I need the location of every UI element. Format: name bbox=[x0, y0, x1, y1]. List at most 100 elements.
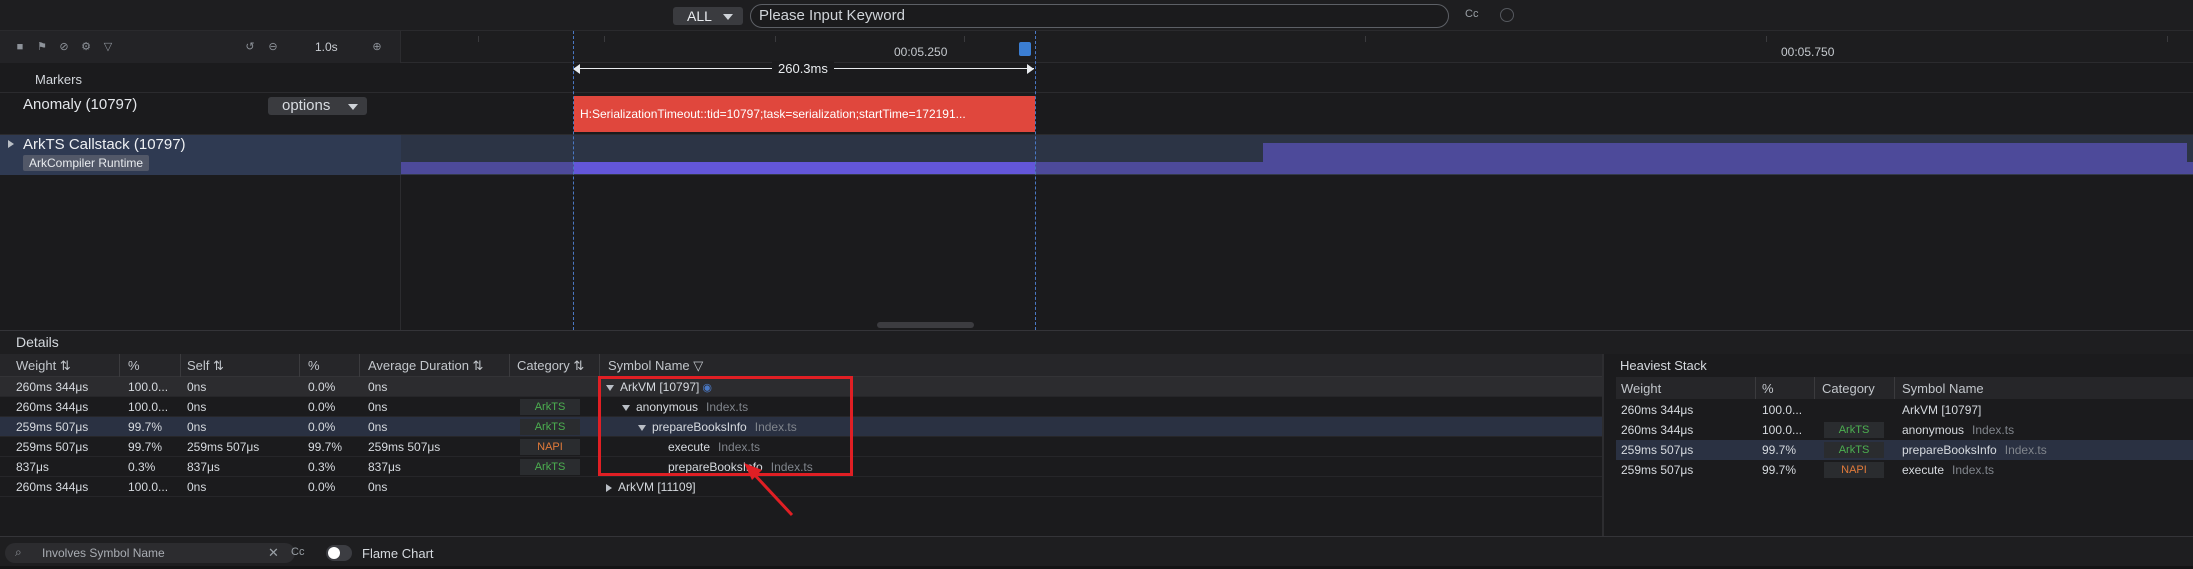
details-title: Details bbox=[16, 334, 59, 350]
time-label-2: 00:05.750 bbox=[1781, 45, 1835, 59]
case-sensitive-toggle[interactable]: Cc bbox=[1465, 8, 1478, 20]
symbol-name: ArkVM [10797] bbox=[1902, 403, 1982, 417]
clear-icon[interactable]: ⊘ bbox=[58, 41, 70, 53]
callstack-bar-selected[interactable] bbox=[574, 162, 1035, 174]
cell-self-pct: 0.0% bbox=[308, 480, 336, 494]
col-avg-duration[interactable]: Average Duration ⇅ bbox=[368, 358, 483, 374]
hs-col-category[interactable]: Category bbox=[1822, 381, 1875, 396]
search-icon: ⌕ bbox=[15, 545, 22, 559]
file-name: Index.ts bbox=[1972, 423, 2015, 437]
details-table-header bbox=[0, 354, 1602, 377]
options-dropdown[interactable]: options bbox=[268, 97, 367, 115]
arrow-left-icon bbox=[573, 64, 580, 74]
heaviest-row[interactable]: 259ms 507μs 99.7% ArkTS prepareBooksInfo Ind… bbox=[1616, 440, 2193, 460]
col-symbol-name[interactable]: Symbol Name ▽ bbox=[608, 358, 703, 374]
horizontal-scrollbar[interactable] bbox=[877, 322, 974, 328]
category-badge: ArkTS bbox=[1824, 442, 1884, 458]
markers-label: Markers bbox=[35, 72, 82, 87]
callstack-bar-upper[interactable] bbox=[1263, 143, 2187, 162]
cell-self-pct: 0.0% bbox=[308, 420, 336, 434]
cell-self: 0ns bbox=[187, 420, 207, 434]
expand-icon[interactable] bbox=[606, 483, 612, 492]
file-name: Index.ts bbox=[1952, 463, 1995, 477]
hs-cell-pct: 100.0... bbox=[1762, 423, 1803, 437]
clear-icon[interactable]: ✕ bbox=[268, 545, 279, 561]
annotation-highlight-box bbox=[598, 376, 853, 476]
hs-col-weight[interactable]: Weight bbox=[1621, 381, 1661, 396]
hs-cell-weight: 259ms 507μs bbox=[1621, 443, 1694, 457]
category-badge: ArkTS bbox=[1824, 422, 1884, 438]
hs-cell-weight: 260ms 344μs bbox=[1621, 403, 1694, 417]
heaviest-row[interactable]: 259ms 507μs 99.7% NAPI execute Index.ts bbox=[1616, 460, 2193, 480]
annotation-arrow-icon bbox=[744, 463, 794, 517]
track-header-area bbox=[0, 175, 401, 330]
flame-chart-label: Flame Chart bbox=[362, 546, 434, 561]
cell-weight: 259ms 507μs bbox=[16, 440, 89, 454]
category-badge: NAPI bbox=[520, 439, 580, 455]
cell-avg: 0ns bbox=[368, 400, 388, 414]
hs-cell-pct: 100.0... bbox=[1762, 403, 1803, 417]
hs-cell-symbol: anonymous Index.ts bbox=[1902, 423, 2014, 437]
filter-icon[interactable]: ▽ bbox=[102, 41, 114, 53]
col-self[interactable]: Self ⇅ bbox=[187, 358, 224, 374]
history-icon[interactable] bbox=[1500, 8, 1514, 22]
cell-self: 0ns bbox=[187, 380, 207, 394]
cell-avg: 0ns bbox=[368, 380, 388, 394]
timeline-toolbar: ■ ⚑ ⊘ ⚙ ▽ ↺ ⊖ 1.0s ⊕ bbox=[0, 31, 401, 63]
cursor-flag-icon[interactable] bbox=[1019, 42, 1031, 56]
heaviest-row[interactable]: 260ms 344μs 100.0... ArkVM [10797] bbox=[1616, 400, 2193, 420]
reset-zoom-icon[interactable]: ↺ bbox=[244, 41, 256, 53]
anomaly-track-label: Anomaly (10797) bbox=[23, 96, 138, 113]
toggle-knob bbox=[328, 547, 340, 559]
selection-end-line bbox=[1035, 31, 1036, 330]
flag-icon[interactable]: ⚑ bbox=[36, 41, 48, 53]
keyword-search-input[interactable]: Please Input Keyword bbox=[750, 4, 1449, 28]
cell-pct: 100.0... bbox=[128, 380, 169, 394]
filter-all-dropdown[interactable]: ALL bbox=[673, 7, 743, 25]
zoom-level: 1.0s bbox=[315, 40, 338, 54]
cell-pct: 99.7% bbox=[128, 420, 163, 434]
cell-weight: 259ms 507μs bbox=[16, 420, 89, 434]
cell-avg: 0ns bbox=[368, 420, 388, 434]
col-self-pct[interactable]: % bbox=[308, 358, 320, 373]
arkts-track-label: ArkTS Callstack (10797) bbox=[23, 136, 186, 153]
chevron-down-icon bbox=[348, 104, 358, 110]
cell-weight: 260ms 344μs bbox=[16, 400, 89, 414]
symbol-name: execute bbox=[1902, 463, 1945, 477]
cell-avg: 259ms 507μs bbox=[368, 440, 441, 454]
markers-track bbox=[0, 63, 2193, 93]
symbol-search-placeholder: Involves Symbol Name bbox=[42, 546, 165, 560]
time-label-1: 00:05.250 bbox=[894, 45, 948, 59]
hs-col-symbol[interactable]: Symbol Name bbox=[1902, 381, 1984, 396]
case-sensitive-toggle[interactable]: Cc bbox=[291, 546, 304, 558]
filter-all-label: ALL bbox=[687, 8, 712, 24]
file-name: Index.ts bbox=[2004, 443, 2047, 457]
details-panel-header bbox=[0, 330, 2193, 354]
hs-col-pct[interactable]: % bbox=[1762, 381, 1774, 396]
cell-pct: 0.3% bbox=[128, 460, 156, 474]
symbol-name: ArkVM [11109] bbox=[618, 480, 696, 494]
cell-weight: 260ms 344μs bbox=[16, 380, 89, 394]
zoom-in-icon[interactable]: ⊕ bbox=[371, 41, 383, 53]
zoom-out-icon[interactable]: ⊖ bbox=[267, 41, 279, 53]
table-row[interactable]: 260ms 344μs 100.0... 0ns 0.0% 0ns ArkVM [1110… bbox=[0, 477, 1602, 497]
col-weight[interactable]: Weight ⇅ bbox=[16, 358, 71, 374]
hs-cell-symbol: ArkVM [10797] bbox=[1902, 403, 1981, 417]
cell-symbol: ArkVM [11109] bbox=[606, 480, 696, 494]
hs-cell-symbol: execute Index.ts bbox=[1902, 463, 1994, 477]
col-pct[interactable]: % bbox=[128, 358, 140, 373]
heaviest-row[interactable]: 260ms 344μs 100.0... ArkTS anonymous Index.t… bbox=[1616, 420, 2193, 440]
hs-cell-symbol: prepareBooksInfo Index.ts bbox=[1902, 443, 2047, 457]
expand-icon[interactable] bbox=[8, 140, 14, 148]
selection-start-line bbox=[573, 31, 574, 330]
square-icon[interactable]: ■ bbox=[14, 41, 26, 53]
cell-self: 259ms 507μs bbox=[187, 440, 260, 454]
category-badge: NAPI bbox=[1824, 462, 1884, 478]
time-ruler[interactable]: 00:05.250 00:05.750 bbox=[401, 31, 2193, 63]
category-badge: ArkTS bbox=[520, 459, 580, 475]
cell-self-pct: 0.0% bbox=[308, 380, 336, 394]
hs-cell-pct: 99.7% bbox=[1762, 463, 1797, 477]
settings-icon[interactable]: ⚙ bbox=[80, 41, 92, 53]
col-category[interactable]: Category ⇅ bbox=[517, 358, 584, 374]
anomaly-event-bar[interactable]: H:SerializationTimeout::tid=10797;task=s… bbox=[574, 96, 1035, 132]
